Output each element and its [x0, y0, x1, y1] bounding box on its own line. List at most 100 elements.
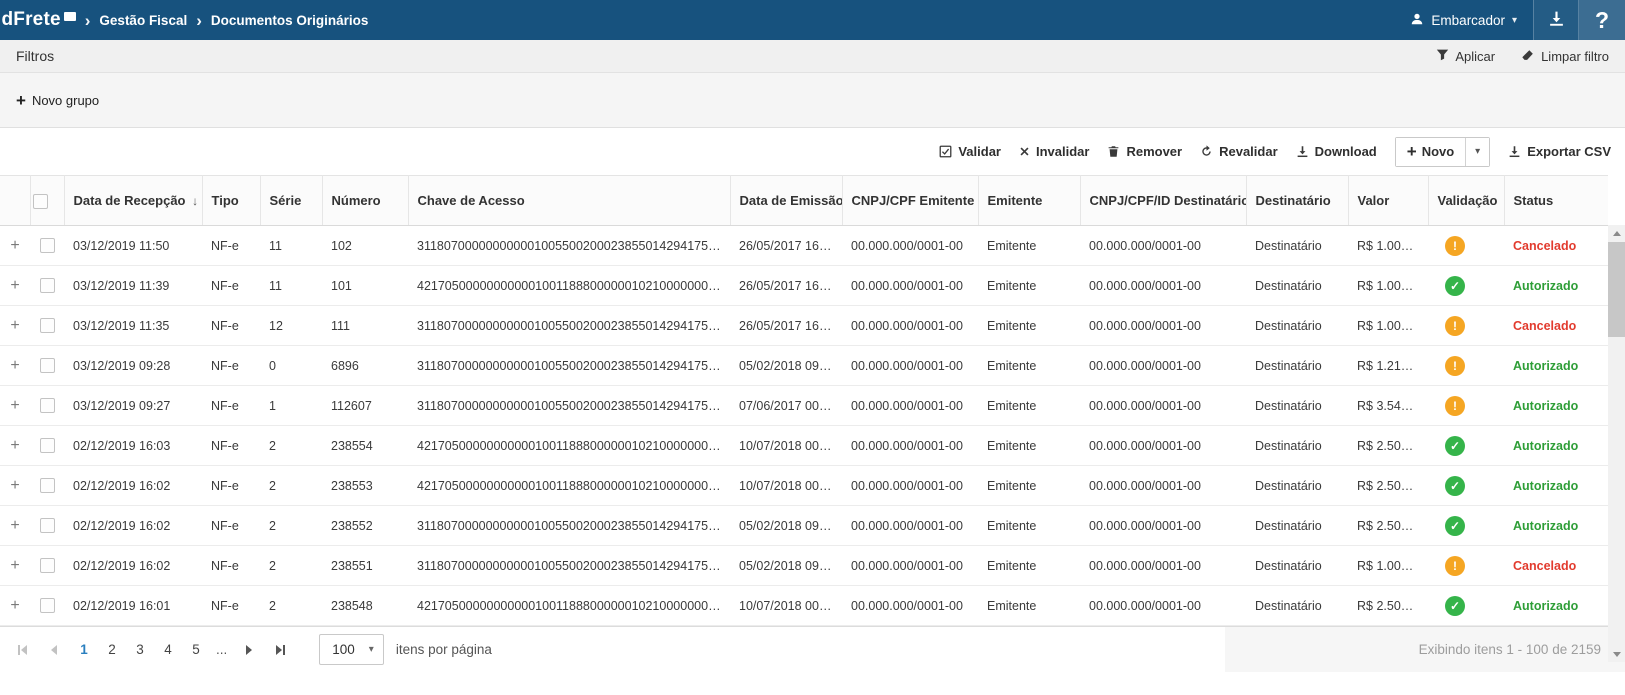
- cell-numero: 238554: [322, 426, 408, 466]
- select-all-checkbox[interactable]: [33, 194, 48, 209]
- scroll-up-icon[interactable]: [1608, 225, 1625, 241]
- topbar-right: Embarcador ▾ ?: [1394, 0, 1625, 40]
- cell-cnpj-emitente: 00.000.000/0001-00: [842, 306, 978, 346]
- row-checkbox[interactable]: [40, 318, 55, 333]
- col-header-data-recepcao[interactable]: Data de Recepção ↓: [64, 176, 202, 226]
- page-button-3[interactable]: 3: [126, 634, 154, 666]
- cell-cnpj-destinatario: 00.000.000/0001-00: [1080, 466, 1246, 506]
- expand-row-button[interactable]: +: [10, 358, 19, 374]
- warning-circle-icon: !: [1445, 316, 1465, 336]
- logo-text: ldFrete: [0, 9, 61, 31]
- cell-emitente: Emitente: [978, 386, 1080, 426]
- page-size-value: 100: [320, 642, 367, 657]
- col-header-valor[interactable]: Valor: [1348, 176, 1428, 226]
- table-row: + 03/12/2019 09:28 NF-e 0 6896 311807000…: [0, 346, 1608, 386]
- last-page-button[interactable]: [265, 634, 297, 666]
- remove-button[interactable]: Remover: [1107, 144, 1182, 159]
- cell-status: Autorizado: [1504, 266, 1608, 306]
- col-header-cnpj-destinatario[interactable]: CNPJ/CPF/ID Destinatário: [1080, 176, 1246, 226]
- col-header-validacao[interactable]: Validação: [1428, 176, 1504, 226]
- cell-valor: R$ 1.000,00: [1348, 266, 1428, 306]
- breadcrumb-gestao-fiscal[interactable]: Gestão Fiscal: [99, 13, 187, 28]
- col-header-numero[interactable]: Número: [322, 176, 408, 226]
- row-checkbox[interactable]: [40, 278, 55, 293]
- cell-destinatario: Destinatário: [1246, 426, 1348, 466]
- new-group-button[interactable]: + Novo grupo: [16, 92, 99, 109]
- row-checkbox[interactable]: [40, 438, 55, 453]
- expand-row-button[interactable]: +: [10, 518, 19, 534]
- cell-cnpj-emitente: 00.000.000/0001-00: [842, 266, 978, 306]
- expand-row-button[interactable]: +: [10, 238, 19, 254]
- expand-row-button[interactable]: +: [10, 438, 19, 454]
- expand-row-button[interactable]: +: [10, 318, 19, 334]
- cell-tipo: NF-e: [202, 386, 260, 426]
- more-pages-button[interactable]: ...: [210, 642, 233, 657]
- breadcrumb-documentos-originarios[interactable]: Documentos Originários: [211, 13, 369, 28]
- expand-row-button[interactable]: +: [10, 398, 19, 414]
- row-checkbox[interactable]: [40, 598, 55, 613]
- scroll-down-icon[interactable]: [1608, 646, 1625, 662]
- new-label: Novo: [1422, 144, 1455, 159]
- expand-row-button[interactable]: +: [10, 558, 19, 574]
- page-button-4[interactable]: 4: [154, 634, 182, 666]
- col-header-emitente[interactable]: Emitente: [978, 176, 1080, 226]
- logo[interactable]: ldFrete: [0, 9, 76, 31]
- row-checkbox[interactable]: [40, 238, 55, 253]
- row-checkbox[interactable]: [40, 478, 55, 493]
- expand-row-button[interactable]: +: [10, 478, 19, 494]
- validate-button[interactable]: Validar: [939, 144, 1001, 159]
- row-checkbox[interactable]: [40, 398, 55, 413]
- check-circle-icon: ✓: [1445, 596, 1465, 616]
- invalidate-button[interactable]: Invalidar: [1019, 144, 1089, 159]
- cell-cnpj-destinatario: 00.000.000/0001-00: [1080, 586, 1246, 626]
- new-dropdown-button[interactable]: ▾: [1465, 138, 1489, 166]
- col-header-status[interactable]: Status: [1504, 176, 1608, 226]
- scrollbar-thumb[interactable]: [1608, 242, 1625, 337]
- apply-filter-button[interactable]: Aplicar: [1436, 48, 1495, 65]
- help-button[interactable]: ?: [1579, 0, 1625, 40]
- warning-circle-icon: !: [1445, 396, 1465, 416]
- col-header-cnpj-emitente[interactable]: CNPJ/CPF Emitente: [842, 176, 978, 226]
- plus-icon: +: [16, 92, 26, 109]
- download-button[interactable]: Download: [1296, 144, 1377, 159]
- expand-row-button[interactable]: +: [10, 278, 19, 294]
- cell-status: Autorizado: [1504, 506, 1608, 546]
- col-header-emissao[interactable]: Data de Emissão: [730, 176, 842, 226]
- page-button-2[interactable]: 2: [98, 634, 126, 666]
- cell-valor: R$ 1.212,50: [1348, 346, 1428, 386]
- person-icon: [1410, 12, 1424, 29]
- cell-chave-acesso: 3118070000000000010055002000238550142941…: [408, 386, 730, 426]
- revalidate-button[interactable]: Revalidar: [1200, 144, 1278, 159]
- col-header-tipo[interactable]: Tipo: [202, 176, 260, 226]
- breadcrumb: Gestão Fiscal › Documentos Originários: [99, 12, 368, 29]
- export-csv-button[interactable]: Exportar CSV: [1508, 144, 1611, 159]
- page-button-1[interactable]: 1: [70, 634, 98, 666]
- sort-desc-icon: ↓: [192, 194, 198, 208]
- cell-numero: 6896: [322, 346, 408, 386]
- expand-row-button[interactable]: +: [10, 598, 19, 614]
- header-download-button[interactable]: [1534, 0, 1578, 40]
- user-menu[interactable]: Embarcador ▾: [1394, 0, 1533, 40]
- col-header-serie[interactable]: Série: [260, 176, 322, 226]
- cell-cnpj-emitente: 00.000.000/0001-00: [842, 506, 978, 546]
- cell-chave-acesso: 4217050000000000010011888000000102100000…: [408, 466, 730, 506]
- row-checkbox[interactable]: [40, 358, 55, 373]
- table-row: + 02/12/2019 16:03 NF-e 2 238554 4217050…: [0, 426, 1608, 466]
- col-header-chave[interactable]: Chave de Acesso: [408, 176, 730, 226]
- vertical-scrollbar[interactable]: [1608, 225, 1625, 662]
- cell-emitente: Emitente: [978, 506, 1080, 546]
- page-size-select[interactable]: 100 ▾: [319, 634, 384, 665]
- first-page-button[interactable]: [6, 634, 38, 666]
- clear-filter-button[interactable]: Limpar filtro: [1521, 48, 1609, 65]
- page-button-5[interactable]: 5: [182, 634, 210, 666]
- cell-serie: 2: [260, 506, 322, 546]
- cell-emitente: Emitente: [978, 226, 1080, 266]
- cell-cnpj-emitente: 00.000.000/0001-00: [842, 426, 978, 466]
- next-page-button[interactable]: [233, 634, 265, 666]
- new-button[interactable]: + Novo: [1396, 138, 1465, 166]
- row-checkbox[interactable]: [40, 518, 55, 533]
- first-page-icon: [18, 645, 20, 655]
- col-header-destinatario[interactable]: Destinatário: [1246, 176, 1348, 226]
- row-checkbox[interactable]: [40, 558, 55, 573]
- previous-page-button[interactable]: [38, 634, 70, 666]
